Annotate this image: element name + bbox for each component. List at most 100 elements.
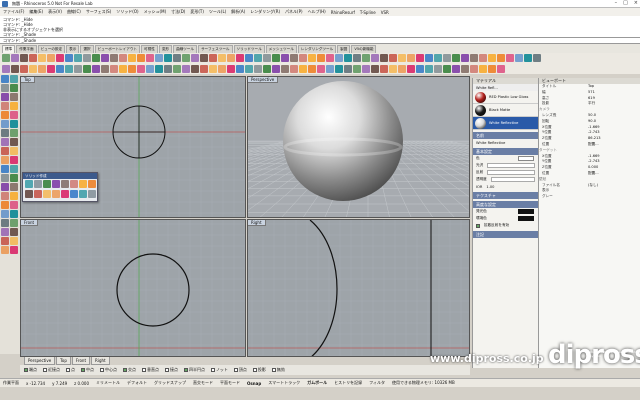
tool-icon[interactable] — [52, 190, 60, 198]
tool-icon[interactable] — [74, 64, 82, 73]
tool-icon[interactable] — [146, 64, 154, 73]
osnap-option[interactable]: 端点 — [24, 367, 37, 373]
tool-icon[interactable] — [1, 165, 9, 173]
tool-icon[interactable] — [70, 190, 78, 198]
tool-icon[interactable] — [389, 54, 397, 62]
tool-icon[interactable] — [407, 54, 415, 62]
tool-icon[interactable] — [10, 156, 18, 164]
osnap-option[interactable]: 四半円点 — [184, 367, 205, 373]
tool-icon[interactable] — [506, 54, 514, 62]
tool-icon[interactable] — [200, 54, 208, 62]
tool-icon[interactable] — [1, 237, 9, 245]
osnap-option[interactable]: 接点 — [165, 367, 178, 373]
tool-icon[interactable] — [272, 64, 280, 73]
menu-item[interactable]: 表示(V) — [48, 9, 62, 15]
tool-icon[interactable] — [1, 111, 9, 119]
tool-icon[interactable] — [38, 54, 46, 62]
tool-icon[interactable] — [10, 75, 18, 83]
tool-icon[interactable] — [1, 246, 9, 254]
material-item[interactable]: White Reflective — [473, 117, 538, 130]
tool-icon[interactable] — [416, 64, 424, 73]
viewport-tab[interactable]: Top — [56, 357, 71, 365]
osnap-option[interactable]: 頂点 — [233, 367, 247, 373]
menu-item[interactable]: RhinoResurf — [331, 10, 355, 15]
tool-icon[interactable] — [10, 93, 18, 101]
tool-icon[interactable] — [371, 54, 379, 62]
tool-icon[interactable] — [10, 246, 18, 254]
tool-icon[interactable] — [173, 64, 181, 73]
texture-section[interactable]: テクスチャ — [473, 192, 538, 199]
menu-item[interactable]: 解析(A) — [231, 9, 245, 15]
tool-icon[interactable] — [11, 54, 19, 62]
tool-icon[interactable] — [1, 102, 9, 110]
tool-icon[interactable] — [29, 54, 37, 62]
osnap-checkbox[interactable] — [123, 368, 127, 372]
gumball-toggle[interactable]: ガムボール — [307, 380, 327, 386]
tool-icon[interactable] — [1, 183, 9, 191]
osnap-option[interactable]: 近接点 — [43, 367, 60, 373]
tool-icon[interactable] — [56, 64, 64, 73]
maximize-icon[interactable]: □ — [623, 1, 628, 6]
tool-icon[interactable] — [344, 54, 352, 62]
tool-icon[interactable] — [326, 54, 334, 62]
tool-icon[interactable] — [1, 228, 9, 236]
tool-icon[interactable] — [10, 192, 18, 200]
tool-icon[interactable] — [371, 64, 379, 73]
toolbar-tab[interactable]: サーフェスツール — [197, 45, 233, 53]
viewport-perspective[interactable]: Perspective — [247, 76, 470, 218]
osnap-checkbox[interactable] — [252, 368, 257, 372]
ortho-toggle[interactable]: 直交モード — [193, 380, 213, 386]
grid-snap-toggle[interactable]: グリッドスナップ — [154, 380, 186, 386]
tool-icon[interactable] — [317, 64, 325, 73]
ior-value[interactable]: 1.00 — [486, 185, 494, 189]
tool-icon[interactable] — [335, 64, 343, 73]
tool-icon[interactable] — [56, 54, 64, 62]
tool-icon[interactable] — [65, 54, 73, 62]
tool-icon[interactable] — [11, 64, 19, 73]
tool-icon[interactable] — [191, 64, 199, 73]
history-toggle[interactable]: ヒストリを記録 — [334, 380, 362, 386]
tool-icon[interactable] — [10, 201, 18, 209]
tool-icon[interactable] — [10, 129, 18, 137]
tool-icon[interactable] — [137, 54, 145, 62]
osnap-checkbox[interactable] — [211, 368, 215, 372]
viewport-title-top[interactable]: Top — [21, 77, 35, 83]
menu-item[interactable]: T-Spline — [360, 10, 376, 15]
tool-icon[interactable] — [146, 54, 154, 62]
property-value[interactable]: 平行 — [588, 101, 640, 107]
tool-icon[interactable] — [182, 54, 190, 62]
property-value[interactable]: 配置... — [588, 142, 640, 148]
menu-item[interactable]: ツール(L) — [209, 9, 226, 15]
tool-icon[interactable] — [61, 190, 69, 198]
tool-icon[interactable] — [326, 64, 334, 73]
tool-icon[interactable] — [52, 180, 60, 188]
menu-item[interactable]: レンダリング(R) — [250, 9, 280, 15]
tool-icon[interactable] — [308, 54, 316, 62]
tool-icon[interactable] — [470, 54, 478, 62]
menu-item[interactable]: 編集(E) — [29, 9, 43, 15]
tool-icon[interactable] — [479, 64, 487, 73]
tool-icon[interactable] — [10, 228, 18, 236]
menu-item[interactable]: VSR — [381, 10, 389, 15]
viewport-tab[interactable]: Perspective — [24, 357, 56, 365]
osnap-checkbox[interactable] — [100, 368, 104, 372]
tool-icon[interactable] — [218, 54, 226, 62]
tool-icon[interactable] — [488, 54, 496, 62]
tool-icon[interactable] — [434, 54, 442, 62]
menu-item[interactable]: 曲線(C) — [67, 9, 81, 15]
tool-icon[interactable] — [245, 64, 253, 73]
tool-icon[interactable] — [10, 183, 18, 191]
toolbar-tab[interactable]: 標準 — [2, 45, 16, 53]
tool-icon[interactable] — [164, 64, 172, 73]
tool-icon[interactable] — [29, 64, 37, 73]
toolbar-tab[interactable]: レンダリングツール — [297, 45, 337, 53]
tool-icon[interactable] — [290, 64, 298, 73]
tool-icon[interactable] — [1, 219, 9, 227]
tool-icon[interactable] — [227, 64, 235, 73]
osnap-option[interactable]: 中点 — [81, 367, 94, 373]
tool-icon[interactable] — [434, 64, 442, 73]
tool-icon[interactable] — [308, 64, 316, 73]
osnap-checkbox[interactable] — [43, 368, 47, 372]
tool-icon[interactable] — [272, 54, 280, 62]
tool-icon[interactable] — [407, 64, 415, 73]
